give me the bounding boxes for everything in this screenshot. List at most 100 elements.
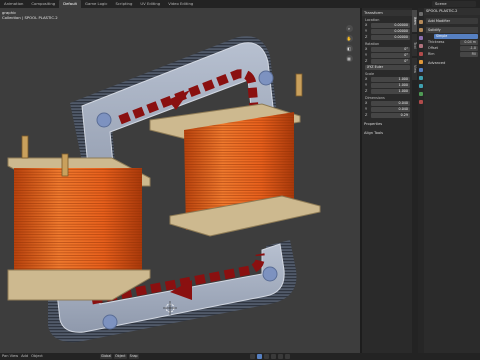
modifier-setting-row: Thickness 0.04 m (428, 40, 478, 45)
rotation-fields: X 0° Y 0° Z 0° (362, 47, 412, 64)
setting-value-field[interactable]: Fill (460, 52, 478, 57)
tool-icon[interactable] (419, 12, 423, 16)
dimensions-row: Y 0.040 (365, 107, 410, 112)
setting-label: Rim (428, 52, 435, 56)
object-icon[interactable] (419, 60, 423, 64)
header-tool-options: Global Object Snap (100, 353, 139, 360)
location-value-field[interactable]: 0.00000 (371, 29, 410, 34)
modifier-setting-row: Offset -1.0 (428, 46, 478, 51)
tab-scripting[interactable]: Scripting (111, 0, 136, 8)
zoom-icon[interactable]: ⌕ (345, 25, 353, 32)
terminal (61, 153, 69, 177)
xray-icon[interactable] (285, 354, 290, 359)
add-modifier-button[interactable]: Add Modifier (426, 18, 478, 24)
tab-compositing[interactable]: Compositing (27, 0, 59, 8)
tab-game-logic[interactable]: Game Logic (81, 0, 111, 8)
data-icon[interactable] (419, 92, 423, 96)
align-tools-header[interactable]: Align Tools (362, 130, 412, 136)
scale-value-field[interactable]: 1.000 (371, 77, 410, 82)
sidebar-tab-item[interactable]: Item (412, 10, 417, 32)
scale-row: Y 1.000 (365, 83, 410, 88)
tab-animation[interactable]: Animation (0, 0, 27, 8)
shading-buttons (250, 354, 290, 359)
material-icon[interactable] (419, 100, 423, 104)
physics-icon[interactable] (419, 84, 423, 88)
render-icon[interactable] (419, 20, 423, 24)
tool-option-global[interactable]: Global (100, 354, 113, 359)
bolt (102, 314, 118, 330)
view-layer-icon[interactable] (419, 36, 423, 40)
location-fields: X 0.00000 Y 0.00000 Z 0.00000 (362, 23, 412, 40)
dimensions-value-field[interactable]: 0.040 (371, 101, 410, 106)
status-hint: Object (31, 354, 43, 358)
status-bar: Pan View Add Object Global Object Snap (0, 353, 480, 360)
modifier-setting-row: Rim Fill (428, 52, 478, 57)
scale-value-field[interactable]: 1.000 (371, 89, 410, 94)
particles-icon[interactable] (419, 76, 423, 80)
bolt (262, 266, 278, 282)
rotation-mode-select[interactable]: XYZ Euler (365, 65, 410, 70)
dimensions-row: X 0.040 (365, 101, 410, 106)
navigation-gizmo[interactable]: ⌕ ✋ ◧ ▦ (340, 24, 358, 86)
bolt (96, 112, 112, 128)
wireframe-icon[interactable] (250, 354, 255, 359)
transformer-render (7, 36, 321, 343)
rotation-value-field[interactable]: 0° (371, 59, 410, 64)
output-icon[interactable] (419, 28, 423, 32)
terminal (295, 73, 303, 97)
rendered-icon[interactable] (271, 354, 276, 359)
tab-uv-editing[interactable]: UV Editing (136, 0, 164, 8)
tool-option-snap[interactable]: Snap (128, 354, 139, 359)
modifier-settings: Thickness 0.04 m Offset -1.0 Rim Fill (424, 40, 480, 57)
viewport-info: graphic Collection | SPOOL PLASTIC.2 (2, 10, 58, 20)
setting-value-field[interactable]: -1.0 (460, 46, 478, 51)
properties-panel-header[interactable]: Properties (362, 121, 412, 127)
advanced-section[interactable]: Advanced (426, 60, 478, 66)
sidebar-tab-view[interactable]: View (412, 58, 417, 80)
setting-label: Offset (428, 46, 438, 50)
scene-icon[interactable] (419, 44, 423, 48)
rotation-value-field[interactable]: 0° (371, 47, 410, 52)
rotation-value-field[interactable]: 0° (371, 53, 410, 58)
scale-value-field[interactable]: 1.000 (371, 83, 410, 88)
scale-row: X 1.000 (365, 77, 410, 82)
status-hints: Pan View Add Object (2, 353, 43, 360)
modifier-header[interactable]: Solidify (426, 27, 478, 33)
pan-icon[interactable]: ✋ (345, 35, 353, 42)
overlay-icon[interactable] (278, 354, 283, 359)
status-hint: Add (21, 354, 29, 358)
3d-viewport[interactable]: graphic Collection | SPOOL PLASTIC.2 ⌕ ✋… (0, 8, 360, 353)
sidebar-n-panel: Transform Location X 0.00000 Y 0.00000 Z 0.00… (362, 8, 412, 353)
grid-icon[interactable]: ▦ (345, 55, 353, 62)
dimensions-fields: X 0.040 Y 0.040 Z 0.29 (362, 101, 412, 118)
location-value-field[interactable]: 0.00000 (371, 35, 410, 40)
rotation-row: X 0° (365, 47, 410, 52)
scene-selector[interactable]: Scene (432, 1, 476, 7)
collection-label: Collection | SPOOL PLASTIC.2 (2, 15, 58, 20)
scale-fields: X 1.000 Y 1.000 Z 1.000 (362, 77, 412, 94)
scale-label: Scale (365, 71, 375, 76)
location-label: Location (365, 17, 380, 22)
mode-select[interactable]: Simple (434, 34, 478, 39)
status-hint: Pan View (2, 354, 19, 358)
dimensions-value-field[interactable]: 0.29 (371, 113, 410, 118)
setting-value-field[interactable]: 0.04 m (460, 40, 478, 45)
dimensions-value-field[interactable]: 0.040 (371, 107, 410, 112)
workspace-tabs: Animation Compositing Default Game Logic Scr… (0, 0, 197, 8)
camera-icon[interactable]: ◧ (345, 45, 353, 52)
world-icon[interactable] (419, 52, 423, 56)
solid-shading-icon[interactable] (257, 354, 262, 359)
tool-option-object[interactable]: Object (114, 354, 127, 359)
sidebar-tab-tool[interactable]: Tool (412, 34, 417, 56)
tab-default[interactable]: Default (59, 0, 82, 8)
transform-header[interactable]: Transform (362, 10, 412, 16)
location-row: X 0.00000 (365, 23, 410, 28)
tab-video-editing[interactable]: Video Editing (164, 0, 197, 8)
workspace-bar: Animation Compositing Default Game Logic Scr… (0, 0, 480, 8)
object-name: SPOOL PLASTIC.2 (424, 8, 480, 15)
location-value-field[interactable]: 0.00000 (371, 23, 410, 28)
left-coil (7, 135, 151, 301)
properties-editor: SPOOL PLASTIC.2 Add Modifier Solidify Si… (424, 8, 480, 353)
material-preview-icon[interactable] (264, 354, 269, 359)
modifier-wrench-icon[interactable] (419, 68, 423, 72)
